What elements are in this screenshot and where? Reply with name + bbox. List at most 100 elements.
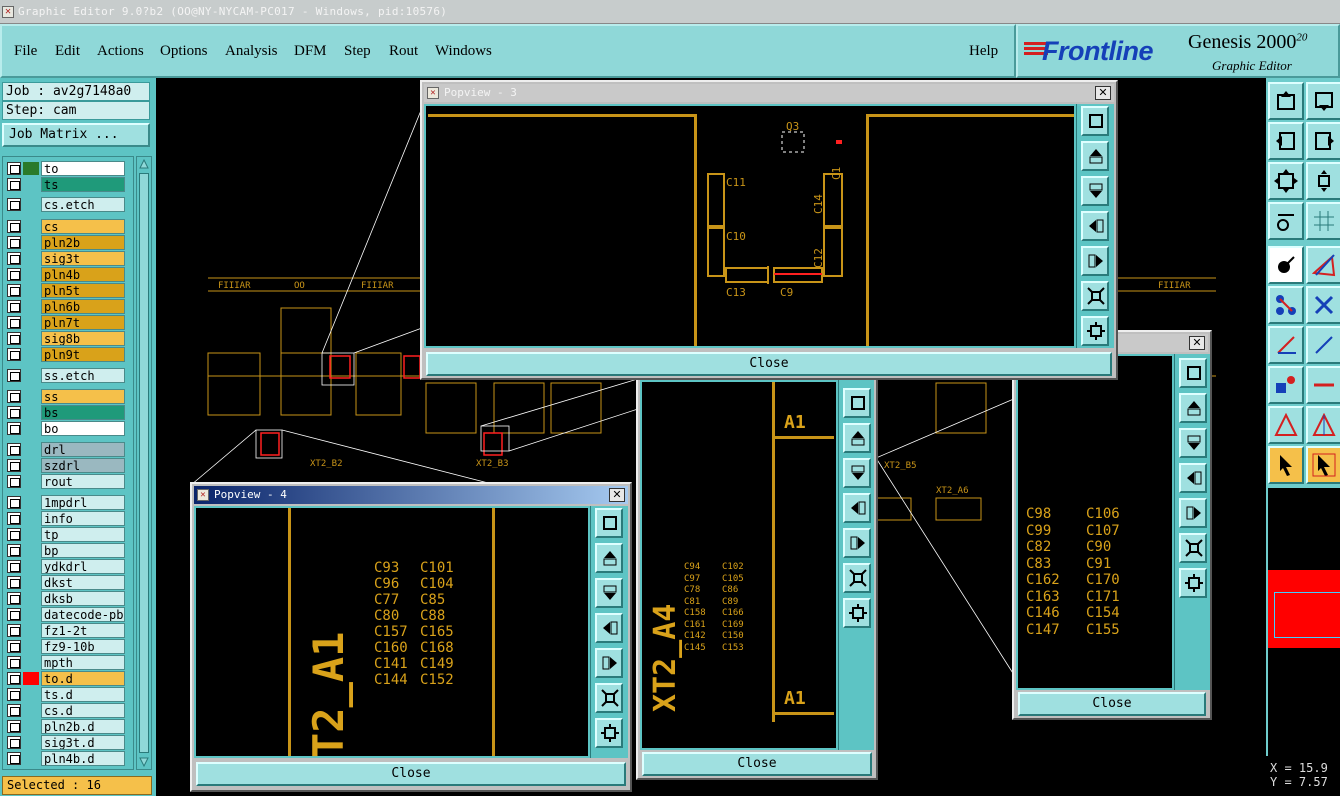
layer-name[interactable]: pln5t bbox=[41, 283, 125, 298]
layer-name[interactable]: szdrl bbox=[41, 458, 125, 473]
measure-button[interactable] bbox=[1268, 202, 1304, 240]
layer-row[interactable]: mpth bbox=[5, 655, 125, 670]
layer-row[interactable]: szdrl bbox=[5, 458, 125, 473]
layer-row[interactable]: bo bbox=[5, 421, 125, 436]
layer-row[interactable]: fz9-10b bbox=[5, 639, 125, 654]
layer-checkbox[interactable] bbox=[7, 592, 21, 605]
layer-row[interactable]: to.d bbox=[5, 671, 125, 686]
layer-checkbox[interactable] bbox=[7, 736, 21, 749]
layer-row[interactable]: rout bbox=[5, 474, 125, 489]
menu-edit[interactable]: Edit bbox=[55, 43, 80, 60]
pan-left-button[interactable] bbox=[1179, 463, 1207, 493]
layer-checkbox[interactable] bbox=[7, 220, 21, 233]
zoom-in-button[interactable] bbox=[843, 563, 871, 593]
pan-down-button[interactable] bbox=[595, 578, 623, 608]
scroll-down-icon[interactable] bbox=[139, 757, 149, 767]
layer-checkbox[interactable] bbox=[7, 528, 21, 541]
layer-row[interactable]: 1mpdrl bbox=[5, 495, 125, 510]
layer-checkbox[interactable] bbox=[7, 672, 21, 685]
layer-checkbox[interactable] bbox=[7, 332, 21, 345]
menu-options[interactable]: Options bbox=[160, 43, 208, 60]
close-icon[interactable]: ✕ bbox=[609, 488, 625, 502]
snap-button[interactable] bbox=[1268, 246, 1304, 284]
layer-checkbox[interactable] bbox=[7, 198, 21, 211]
layer-row[interactable]: ts bbox=[5, 177, 125, 192]
layer-checkbox[interactable] bbox=[7, 560, 21, 573]
zoom-in-button[interactable] bbox=[1081, 281, 1109, 311]
layer-row[interactable]: pln9t bbox=[5, 347, 125, 362]
layer-name[interactable]: mpth bbox=[41, 655, 125, 670]
layer-row[interactable]: ss bbox=[5, 389, 125, 404]
layer-name[interactable]: info bbox=[41, 511, 125, 526]
pan-right-button[interactable] bbox=[843, 528, 871, 558]
layer-checkbox[interactable] bbox=[7, 348, 21, 361]
layer-name[interactable]: to.d bbox=[41, 671, 125, 686]
popview-6-close-button[interactable]: Close bbox=[1018, 692, 1206, 716]
overview-view-rect[interactable] bbox=[1274, 592, 1340, 638]
zoom-in-button[interactable] bbox=[595, 683, 623, 713]
layer-name[interactable]: ts bbox=[41, 177, 125, 192]
menu-help[interactable]: Help bbox=[969, 43, 998, 60]
layer-name[interactable]: pln9t bbox=[41, 347, 125, 362]
pan-down-button[interactable] bbox=[843, 458, 871, 488]
layer-name[interactable]: bo bbox=[41, 421, 125, 436]
layer-row[interactable]: info bbox=[5, 511, 125, 526]
layer-checkbox[interactable] bbox=[7, 512, 21, 525]
layer-row[interactable]: pln6b bbox=[5, 299, 125, 314]
triangle-button[interactable] bbox=[1268, 406, 1304, 444]
pan-up-button[interactable] bbox=[595, 543, 623, 573]
menu-actions[interactable]: Actions bbox=[97, 43, 144, 60]
layer-checkbox[interactable] bbox=[7, 544, 21, 557]
layer-row[interactable]: cs.etch bbox=[5, 197, 125, 212]
layer-row[interactable]: cs bbox=[5, 219, 125, 234]
layer-checkbox[interactable] bbox=[7, 406, 21, 419]
layer-name[interactable]: sig8b bbox=[41, 331, 125, 346]
pan-left-button[interactable] bbox=[595, 613, 623, 643]
layer-name[interactable]: fz1-2t bbox=[41, 623, 125, 638]
layer-row[interactable]: datecode-pbe bbox=[5, 607, 125, 622]
pan-right-button[interactable] bbox=[1081, 246, 1109, 276]
pan-right-button[interactable] bbox=[1306, 122, 1340, 160]
layer-name[interactable]: cs.d bbox=[41, 703, 125, 718]
popview-6-canvas[interactable]: C98 C99 C82 C83 C162 C163 C146 C147 C106 C107 C90… bbox=[1016, 354, 1174, 690]
pan-left-button[interactable] bbox=[843, 493, 871, 523]
layer-row[interactable]: dkst bbox=[5, 575, 125, 590]
layer-name[interactable]: ss bbox=[41, 389, 125, 404]
zoom-window-button[interactable] bbox=[843, 388, 871, 418]
pan-left-button[interactable] bbox=[1268, 122, 1304, 160]
layer-name[interactable]: pln6b bbox=[41, 299, 125, 314]
layer-name[interactable]: pln4b.d bbox=[41, 751, 125, 766]
layer-name[interactable]: rout bbox=[41, 474, 125, 489]
layer-row[interactable]: bs bbox=[5, 405, 125, 420]
layer-row[interactable]: to bbox=[5, 161, 125, 176]
pan-up-button[interactable] bbox=[1179, 393, 1207, 423]
layer-checkbox[interactable] bbox=[7, 656, 21, 669]
popview-5-canvas[interactable]: A1 A1 XT2_A4 C94 C97 C78 C81 C158 C161 C142 C14… bbox=[640, 380, 838, 750]
menu-rout[interactable]: Rout bbox=[389, 43, 418, 60]
overview-map[interactable] bbox=[1268, 488, 1340, 756]
layer-checkbox[interactable] bbox=[7, 300, 21, 313]
line-button[interactable] bbox=[1306, 326, 1340, 364]
pan-up-button[interactable] bbox=[843, 423, 871, 453]
zoom-out-button[interactable] bbox=[1081, 316, 1109, 346]
layer-name[interactable]: sig3t bbox=[41, 251, 125, 266]
zoom-home-button[interactable] bbox=[1306, 162, 1340, 200]
layer-row[interactable]: ts.d bbox=[5, 687, 125, 702]
layer-checkbox[interactable] bbox=[7, 284, 21, 297]
layer-name[interactable]: pln2b bbox=[41, 235, 125, 250]
select-pointer-button[interactable] bbox=[1268, 446, 1304, 484]
pan-left-button[interactable] bbox=[1081, 211, 1109, 241]
layer-checkbox[interactable] bbox=[7, 236, 21, 249]
zoom-window-button[interactable] bbox=[595, 508, 623, 538]
layer-name[interactable]: ts.d bbox=[41, 687, 125, 702]
menu-windows[interactable]: Windows bbox=[435, 43, 492, 60]
layer-name[interactable]: cs bbox=[41, 219, 125, 234]
pad-button[interactable] bbox=[1268, 366, 1304, 404]
layer-checkbox[interactable] bbox=[7, 422, 21, 435]
select-box-button[interactable] bbox=[1306, 446, 1340, 484]
layer-name[interactable]: dkst bbox=[41, 575, 125, 590]
layer-checkbox[interactable] bbox=[7, 369, 21, 382]
layer-checkbox[interactable] bbox=[7, 178, 21, 191]
layer-checkbox[interactable] bbox=[7, 496, 21, 509]
angle-button[interactable] bbox=[1268, 326, 1304, 364]
